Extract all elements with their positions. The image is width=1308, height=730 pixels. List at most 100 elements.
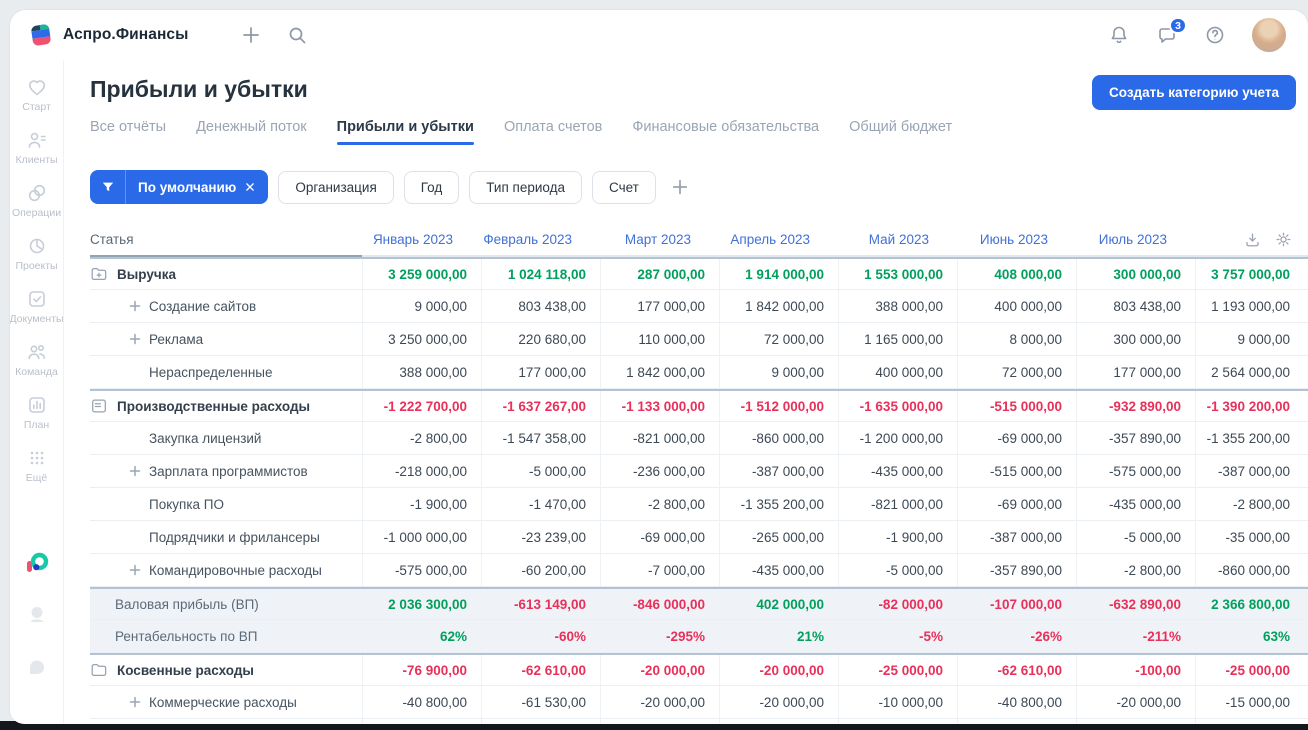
cell-value: 8 000,00 [957,323,1076,355]
cell-value: -20 000,00 [600,655,719,685]
notifications-badge: 3 [1169,17,1187,34]
cell-value: 2 564 000,00 [1195,356,1308,388]
help-icon[interactable] [1204,24,1226,46]
tab-budget[interactable]: Общий бюджет [849,119,952,145]
expand-icon[interactable] [128,563,142,577]
cell-value: -357 890,00 [957,554,1076,586]
cell-value: 177 000,00 [481,356,600,388]
cell-value: -860 000,00 [719,422,838,454]
sidebar-item-documents[interactable]: Документы [10,288,64,325]
finance-app-icon[interactable] [24,550,50,576]
expand-icon[interactable] [128,299,142,313]
expand-icon[interactable] [128,695,142,709]
folder-icon [90,661,108,679]
row-label-cell[interactable]: Производственные расходы [90,391,362,421]
download-icon[interactable] [1244,231,1261,248]
cell-value: 3 757 000,00 [1195,259,1308,289]
cell-value: -60% [481,620,600,652]
row-label-cell: Управленческие расходы [90,719,362,724]
cell-value: -1 200 000,00 [838,422,957,454]
pnl-table: Статья Январь 2023 Февраль 2023 Март 2023 А… [90,223,1308,724]
cell-value: -76 900,00 [362,655,481,685]
filter-preset-label: По умолчанию [138,179,237,195]
sidebar-item-projects[interactable]: Проекты [10,235,64,272]
funnel-icon [90,170,126,204]
operations-icon [26,182,48,204]
cell-value: 1 165 000,00 [838,323,957,355]
sidebar-item-start[interactable]: Старт [10,76,64,113]
cell-value: -69 000,00 [957,488,1076,520]
table-row: Производственные расходы -1 222 700,00 -1 … [90,389,1308,422]
sidebar-item-label: Документы [10,313,64,325]
add-icon[interactable] [240,24,262,46]
cell-value: -107 000,00 [957,589,1076,619]
cell-value: 177 000,00 [1076,356,1195,388]
note-icon [90,397,108,415]
cell-value: -435 000,00 [719,554,838,586]
sidebar-item-plan[interactable]: План [10,394,64,431]
filter-chip-account[interactable]: Счет [591,170,656,204]
row-label-cell: Закупка лицензий [90,422,362,454]
sidebar-item-operations[interactable]: Операции [10,182,64,219]
column-header: Июнь 2023 [957,223,1076,257]
row-label-cell: Покупка ПО [90,488,362,520]
cell-value: -1 222 700,00 [362,391,481,421]
cell-value: -1 080,00 [481,719,600,724]
cell-value: -15 000,00 [1195,686,1308,718]
cell-value: -632 890,00 [1076,589,1195,619]
close-icon[interactable] [243,180,257,194]
table-row: Зарплата программистов -218 000,00 -5 000,… [90,455,1308,488]
cell-value: -387 000,00 [1195,455,1308,487]
row-label-cell[interactable]: Рентабельность по ВП [90,620,362,652]
cell-value: -2 800,00 [600,488,719,520]
cell-value: -1 900,00 [838,521,957,553]
expand-icon[interactable] [128,332,142,346]
expand-icon[interactable] [128,464,142,478]
filter-preset[interactable]: По умолчанию [90,170,269,204]
app-switch-icon[interactable] [24,602,50,628]
row-label: Зарплата программистов [149,463,308,479]
search-icon[interactable] [286,24,308,46]
tab-cash-flow[interactable]: Денежный поток [196,119,307,145]
chat-icon[interactable]: 3 [1156,17,1187,46]
sidebar-item-team[interactable]: Команда [10,341,64,378]
cell-value: -1 470,00 [481,488,600,520]
app-switch-icon[interactable] [24,654,50,680]
sidebar-item-clients[interactable]: Клиенты [10,129,64,166]
tab-all-reports[interactable]: Все отчёты [90,119,166,145]
row-label-cell: Командировочные расходы [90,554,362,586]
row-label-cell[interactable]: Косвенные расходы [90,655,362,685]
table-row: Коммерческие расходы -40 800,00 -61 530,00… [90,686,1308,719]
filter-chip-period-type[interactable]: Тип периода [469,170,582,204]
projects-icon [26,235,48,257]
cell-value: 9 000,00 [1195,323,1308,355]
cell-value: -26% [957,620,1076,652]
cell-value: -20 000,00 [1076,686,1195,718]
row-label-cell[interactable]: Валовая прибыль (ВП) [90,589,362,619]
filter-chip-year[interactable]: Год [403,170,460,204]
heart-icon [26,76,48,98]
tab-liabilities[interactable]: Финансовые обязательства [632,119,819,145]
cell-value: -25 000,00 [838,655,957,685]
filter-chip-organization[interactable]: Организация [278,170,394,204]
cell-value: -515 000,00 [957,455,1076,487]
cell-value: -1 637 267,00 [481,391,600,421]
settings-gear-icon[interactable] [1275,231,1292,248]
row-label-cell[interactable]: Выручка [90,259,362,289]
add-filter-icon[interactable] [670,177,690,197]
cell-value: 400 000,00 [957,290,1076,322]
create-category-button[interactable]: Создать категорию учета [1092,75,1296,110]
cell-value: 1 914 000,00 [719,259,838,289]
table-row: Закупка лицензий -2 800,00 -1 547 358,00 -8… [90,422,1308,455]
cell-value: -20 000,00 [600,686,719,718]
bell-icon[interactable] [1108,24,1130,46]
cell-value: -1 390 200,00 [1195,391,1308,421]
tab-profit-loss[interactable]: Прибыли и убытки [336,119,475,145]
filter-bar: По умолчанию Организация Год Тип периода Сч… [90,170,1308,204]
sidebar-item-more[interactable]: Ещё [10,447,64,484]
cell-value: 110 000,00 [600,323,719,355]
app-window: Аспро.Финансы 3 Старт Клиенты Операции Прое… [10,10,1308,724]
tab-invoice-payment[interactable]: Оплата счетов [504,119,602,145]
cell-value: -236 000,00 [600,455,719,487]
user-avatar[interactable] [1252,18,1286,52]
